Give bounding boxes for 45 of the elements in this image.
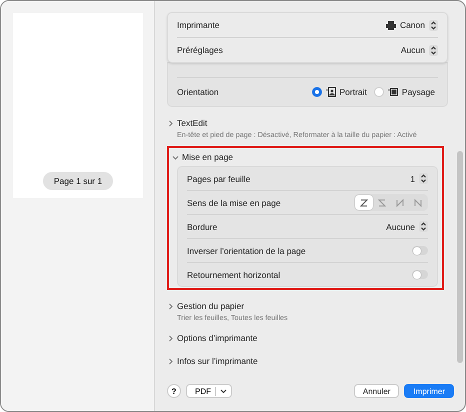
reverse-z-order-icon <box>376 196 388 208</box>
setting-label: Bordure <box>187 222 218 232</box>
popup-value[interactable]: Aucune <box>386 222 415 232</box>
setting-label: Imprimante <box>177 20 220 30</box>
stepper-value[interactable]: 1 <box>410 174 415 184</box>
setting-label: Préréglages <box>177 45 223 55</box>
section-title[interactable]: Options d’imprimante <box>177 333 258 343</box>
chevron-icon[interactable] <box>167 358 174 364</box>
landscape-icon <box>388 87 398 97</box>
page-count-label: Page 1 sur 1 <box>42 172 114 190</box>
popup-value[interactable]: Aucun <box>400 45 425 55</box>
setting-label: Orientation <box>177 87 219 97</box>
layout-option[interactable] <box>355 195 373 210</box>
stepper-icon[interactable] <box>419 173 428 184</box>
chevron-icon[interactable] <box>167 334 174 342</box>
setting-label: Inverser l’orientation de la page <box>187 246 306 256</box>
pdf-menu-button[interactable]: PDF <box>186 384 232 398</box>
section-title[interactable]: Gestion du papier <box>177 301 244 311</box>
radio-label[interactable]: Paysage <box>402 87 435 97</box>
stepper-icon[interactable] <box>429 44 438 56</box>
chevron-icon[interactable] <box>167 302 174 310</box>
setting-label: Retournement horizontal <box>187 270 280 280</box>
chevron-icon[interactable] <box>172 154 179 160</box>
radio-label[interactable]: Portrait <box>340 87 367 97</box>
setting-label: Pages par feuille <box>187 174 250 184</box>
print-button[interactable]: Imprimer <box>404 384 454 398</box>
caret-icon <box>220 388 227 394</box>
stepper-icon[interactable] <box>419 221 428 232</box>
setting-label: Sens de la mise en page <box>187 198 281 208</box>
section-title[interactable]: TextEdit <box>177 118 208 128</box>
reverse-n-order-icon <box>394 196 406 208</box>
scrollbar-thumb[interactable] <box>457 151 463 363</box>
help-button[interactable]: ? <box>167 384 181 398</box>
n-order-icon <box>412 196 424 208</box>
toggle-switch[interactable] <box>412 270 428 279</box>
popup-value[interactable]: Canon <box>400 20 425 30</box>
stepper-icon[interactable] <box>429 20 438 30</box>
cancel-button[interactable]: Annuler <box>354 384 400 398</box>
toggle-switch[interactable] <box>412 246 428 255</box>
chevron-icon[interactable] <box>167 120 174 126</box>
section-title[interactable]: Infos sur l’imprimante <box>177 356 258 366</box>
radio-button[interactable] <box>312 87 322 97</box>
portrait-icon <box>326 87 336 97</box>
z-order-icon <box>358 196 370 208</box>
section-title[interactable]: Mise en page <box>182 152 234 162</box>
